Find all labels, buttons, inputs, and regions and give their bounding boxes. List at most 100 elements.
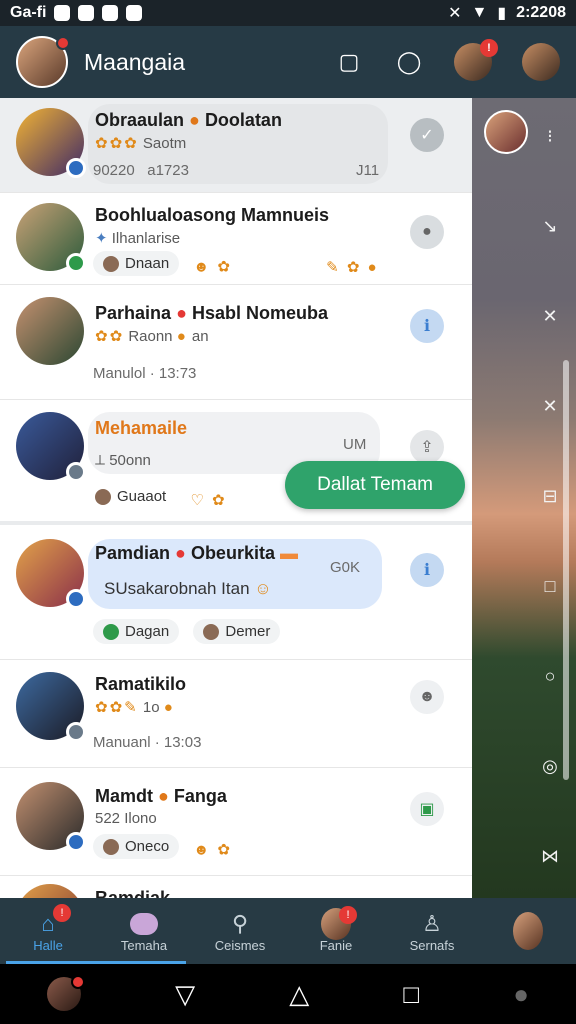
app-title: Maangaia — [84, 48, 186, 75]
fire-icon: ● — [176, 303, 187, 323]
scrollbar[interactable] — [563, 360, 569, 780]
gift-icon[interactable]: ▣ — [410, 792, 444, 826]
notification-dot — [71, 975, 86, 989]
home-icon: ⌂! — [33, 903, 71, 938]
chat-name: Pamdian ● Obeurkita ▬ — [95, 543, 298, 563]
more-icon[interactable]: ⁝ — [547, 122, 553, 150]
contact-avatar — [16, 884, 84, 898]
record-icon[interactable]: ◎ — [542, 752, 558, 780]
close-icon[interactable]: ✕ — [542, 392, 557, 420]
info-icon[interactable]: ℹ — [410, 309, 444, 343]
nav-item-search[interactable]: ⚲ Ceismes — [192, 898, 288, 964]
presence-indicator — [66, 158, 86, 178]
chat-meta-right: UM — [343, 436, 367, 453]
avatar — [103, 623, 119, 640]
check-icon[interactable]: ✓ — [410, 118, 444, 152]
user-icon: ⟂ — [95, 452, 106, 469]
assistant-avatar[interactable] — [47, 975, 86, 1011]
notification-icon — [78, 5, 95, 21]
calendar-icon[interactable]: ▢ — [334, 47, 364, 77]
chat-search-icon[interactable]: ◯ — [394, 47, 424, 77]
square-icon[interactable]: □ — [545, 572, 556, 600]
notification-dot — [56, 36, 70, 50]
status-left-text: Ga-fi — [10, 4, 47, 21]
contact-avatar[interactable]: ! — [454, 39, 498, 81]
close-icon[interactable]: ⋈ — [541, 842, 559, 870]
presence-indicator — [66, 253, 86, 273]
nav-item-profile[interactable]: ! Fanie — [288, 898, 384, 964]
chat-chips: Dnaan ☻ ✿ ✎ ✿ ● — [93, 251, 379, 276]
account-icon[interactable]: ● — [513, 979, 529, 1010]
nav-item-home[interactable]: ⌂! Halle — [0, 898, 186, 964]
new-team-button[interactable]: Dallat Temam — [285, 461, 465, 509]
contact-avatar — [16, 108, 86, 178]
search-tool-icon: ⚲ — [231, 910, 249, 936]
close-icon[interactable]: ✕ — [542, 302, 557, 330]
fire-icon: ● — [189, 110, 200, 130]
chat-item[interactable]: Ramatikilo ✿✿✎ 1o ● Manuanl · 13:03 ☻ — [0, 660, 472, 768]
notification-icon — [102, 5, 119, 21]
notification-badge: ! — [53, 903, 71, 922]
avatar — [103, 838, 119, 855]
chat-item[interactable]: Pamdian ● Obeurkita ▬ G0K SUsakarobnah I… — [0, 525, 472, 660]
chat-meta: Manuanl · 13:03 — [93, 734, 202, 751]
signal-icon: ▼ — [471, 4, 488, 21]
avatar — [103, 255, 119, 272]
chat-preview: ✿✿ Raonn ● an — [95, 328, 209, 345]
nav-item-people[interactable]: ♙ Sernafs — [384, 898, 480, 964]
chat-bubble-icon — [129, 910, 159, 938]
chat-item[interactable]: Bamdiak — [0, 876, 472, 898]
chat-meta: Manulol · 13:73 — [93, 365, 197, 382]
contact-avatar — [16, 672, 86, 742]
nav-label: Fanie — [319, 937, 353, 953]
chat-item[interactable]: Parhaina ● Hsabl Nomeuba ✿✿ Raonn ● an M… — [0, 285, 472, 400]
chat-preview: ✦ Ilhanlarise — [95, 230, 181, 247]
info-icon[interactable]: ℹ — [410, 553, 444, 587]
contact-avatar[interactable] — [484, 110, 528, 154]
contact-chip[interactable]: Dnaan — [93, 251, 180, 276]
clock-time: 2:2208 — [516, 4, 566, 21]
contact-avatar — [16, 412, 86, 482]
emoji-icon: ☺ — [254, 579, 274, 598]
home-button-icon[interactable]: △ — [289, 979, 309, 1010]
chat-preview: ✿✿✿ Saotm — [95, 135, 187, 152]
nav-label: Sernafs — [409, 937, 455, 953]
nav-item-chats[interactable]: Temaha — [96, 898, 192, 964]
chat-item[interactable]: Obraaulan ● Doolatan ✿✿✿ Saotm 90220 a17… — [0, 98, 472, 193]
contact-avatar[interactable] — [522, 43, 560, 81]
emoji-icon: ● — [176, 328, 188, 345]
emoji-icon: ▬ — [279, 543, 298, 563]
minus-box-icon[interactable]: ⊟ — [542, 482, 557, 510]
emoji-icon: ✿✿✎ — [95, 699, 139, 716]
profile-avatar — [513, 912, 543, 950]
fire-icon: ● — [158, 786, 169, 806]
chat-chips: Guaaot ♡ ✿ — [93, 484, 227, 509]
arrow-icon[interactable]: ↘ — [542, 212, 557, 240]
contact-chip[interactable]: Dagan — [93, 619, 180, 644]
chat-name: Obraaulan ● Doolatan — [95, 110, 282, 130]
emoji-icon: ☻ ✿ — [193, 258, 232, 276]
pin-icon[interactable]: ● — [410, 215, 444, 249]
nav-label: Ceismes — [214, 937, 266, 953]
back-icon[interactable]: ▽ — [175, 979, 195, 1010]
fire-icon: ● — [175, 543, 186, 563]
chat-name: Parhaina ● Hsabl Nomeuba — [95, 303, 328, 323]
nav-item-account[interactable] — [480, 898, 576, 964]
chat-name: Boohlualoasong Mamnueis — [95, 205, 330, 225]
status-bar: Ga-fi ✕ ▼ ▮ 2:2208 — [0, 0, 576, 26]
chat-item[interactable]: Boohlualoasong Mamnueis ✦ Ilhanlarise Dn… — [0, 193, 472, 285]
profile-avatar[interactable] — [16, 36, 70, 88]
chat-name: Mehamaile — [95, 418, 188, 438]
chat-chips: Dagan Demer — [93, 619, 290, 644]
app-header: Maangaia ▢ ◯ ! — [0, 26, 576, 98]
circle-icon[interactable]: ○ — [545, 662, 556, 690]
share-icon[interactable]: ⇪ — [410, 430, 444, 464]
emoji-icon: ● — [163, 699, 175, 716]
recents-icon[interactable]: □ — [403, 979, 419, 1010]
contact-chip[interactable]: Oneco — [93, 834, 180, 859]
contact-chip[interactable]: Demer — [193, 619, 281, 644]
contact-chip[interactable]: Guaaot — [93, 484, 168, 509]
battery-icon: ▮ — [497, 5, 507, 22]
chat-item[interactable]: Mamdt ● Fanga 522 Ilono Oneco ☻ ✿ ▣ — [0, 768, 472, 876]
avatar-icon[interactable]: ☻ — [410, 680, 444, 714]
